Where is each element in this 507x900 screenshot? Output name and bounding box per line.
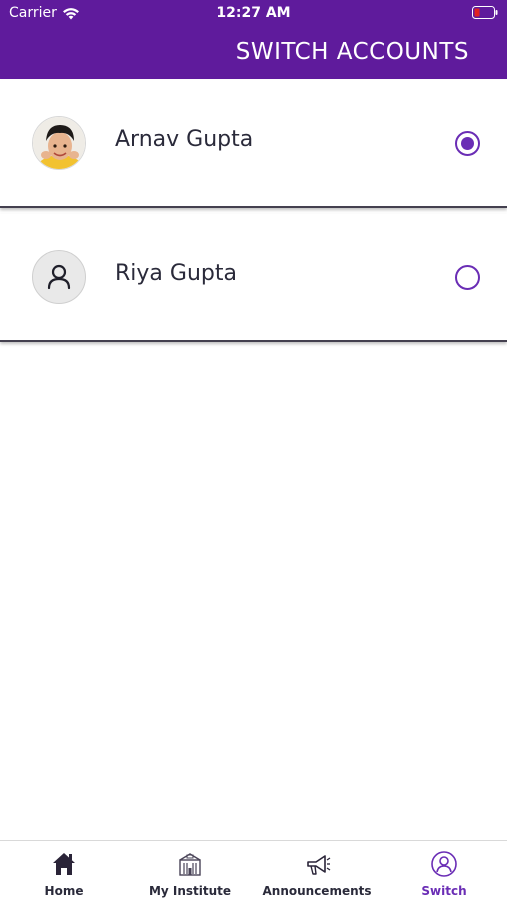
status-bar: Carrier 12:27 AM: [0, 0, 507, 28]
app-header: Carrier 12:27 AM SWITCH ACCOUNTS: [0, 0, 507, 79]
radio-dot: [461, 137, 474, 150]
account-name: Arnav Gupta: [115, 127, 254, 152]
account-row-arnav-gupta[interactable]: Arnav Gupta: [0, 80, 507, 208]
account-row-riya-gupta[interactable]: Riya Gupta: [0, 214, 507, 342]
tab-label: Switch: [421, 884, 467, 898]
institute-building-icon: [179, 853, 201, 876]
child-photo-icon: [33, 117, 85, 169]
megaphone-icon: [307, 855, 331, 875]
page-title: SWITCH ACCOUNTS: [235, 39, 469, 65]
avatar: [32, 116, 86, 170]
bottom-tab-bar: Home My Institute Announcements Switch: [0, 840, 507, 900]
avatar: [32, 250, 86, 304]
account-radio-unselected[interactable]: [455, 265, 480, 290]
home-icon: [53, 853, 75, 875]
account-name: Riya Gupta: [115, 261, 237, 286]
account-radio-selected[interactable]: [455, 131, 480, 156]
tab-label: Home: [44, 884, 84, 898]
tab-label: My Institute: [148, 884, 232, 898]
tab-my-institute[interactable]: My Institute: [140, 841, 240, 900]
user-circle-icon: [431, 851, 457, 877]
person-icon: [47, 264, 71, 290]
tab-switch[interactable]: Switch: [394, 841, 494, 900]
battery-icon: [472, 6, 498, 19]
tab-home[interactable]: Home: [14, 841, 114, 900]
tab-announcements[interactable]: Announcements: [256, 841, 378, 900]
switch-accounts-screen: Carrier 12:27 AM SWITCH ACCOUNTS Arnav G…: [0, 0, 507, 900]
status-time: 12:27 AM: [216, 5, 291, 21]
tab-label: Announcements: [262, 884, 372, 898]
